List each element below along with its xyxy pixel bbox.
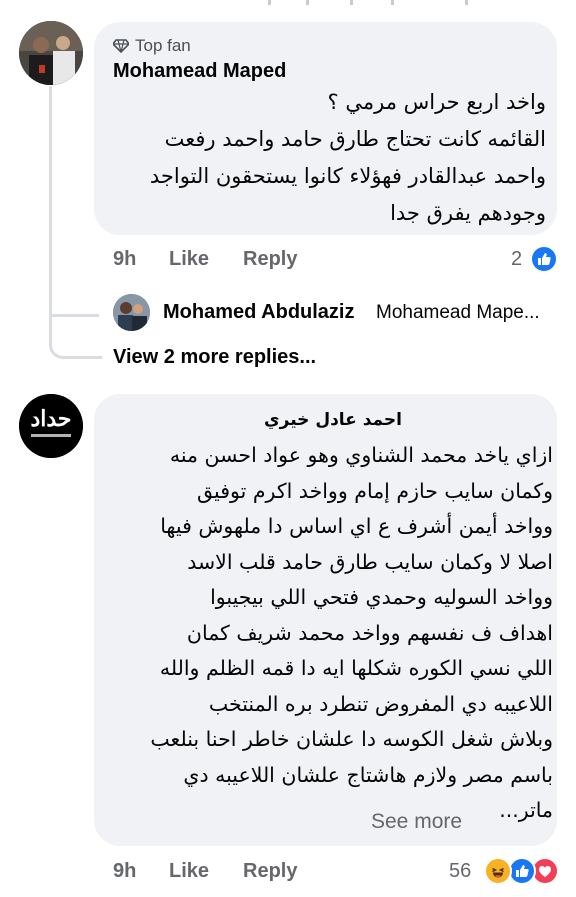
comment-line: ماتر... [499, 798, 553, 822]
comment-line: ازاي ياخد محمد الشناوي وهو عواد احسن منه [169, 443, 553, 467]
avatar[interactable]: حداد [19, 394, 83, 458]
user-photo-icon [19, 21, 83, 85]
avatar[interactable] [113, 294, 150, 331]
avatar-logo-text: حداد [30, 406, 72, 432]
comment-line: اهداف ف نفسهم وواخد محمد شريف كمان [186, 620, 553, 645]
comment-author[interactable]: احمد عادل خيري [264, 410, 402, 430]
see-more-link[interactable]: See more [371, 810, 462, 834]
like-icon[interactable] [508, 857, 536, 885]
comment-line: وواخد السوليه وحمدي فتحي اللي بيجيبوا [210, 585, 553, 609]
previous-content-fragment [0, 0, 576, 6]
comment-line: القائمه كانت تحتاج طارق حامد واحمد رفعت [164, 127, 546, 151]
view-more-replies-link[interactable]: View 2 more replies... [113, 346, 316, 369]
comment-author[interactable]: Mohamead Maped [113, 60, 286, 83]
comment-line: وبلاش شغل الكوسه دا علشان خاطر احنا بنلع… [150, 727, 553, 751]
thread-connector [49, 310, 102, 359]
comment-line: اللي نسي الكوره شكلها ايه دا قمه الظلم و… [159, 656, 553, 680]
top-fan-badge: Top fan [113, 36, 191, 56]
reply-button[interactable]: Reply [243, 248, 297, 271]
comment-text: ازاي ياخد محمد الشناوي وهو عواد احسن منه… [103, 438, 553, 829]
timestamp[interactable]: 9h [113, 860, 136, 883]
avatar[interactable] [19, 21, 83, 85]
thread-line [49, 86, 52, 314]
comment-line: وكمان سايب حازم إمام وواخد اكرم توفيق [196, 478, 553, 503]
user-photo-icon [113, 294, 150, 331]
reaction-count[interactable]: 2 [511, 248, 522, 271]
comment-line: اللاعيبه دي المفروض تنطرد بره المنتخب [208, 691, 553, 716]
like-button[interactable]: Like [169, 860, 209, 883]
comment-line: باسم مصر ولازم هاشتاج علشان اللاعيبه دي [183, 762, 553, 787]
comment-text: واخد اربع حراس مرمي ؟ القائمه كانت تحتاج… [106, 84, 546, 232]
diamond-icon [113, 39, 129, 53]
timestamp[interactable]: 9h [113, 248, 136, 271]
comment-line: وجودهم يفرق جدا [390, 201, 546, 225]
top-fan-label: Top fan [135, 36, 191, 55]
haha-icon[interactable] [484, 857, 512, 885]
comment-line: اصلا لا وكمان سايب طارق حامد قلب الاسد [187, 549, 553, 574]
reply-button[interactable]: Reply [243, 860, 297, 883]
reply-author[interactable]: Mohamed Abdulaziz [163, 301, 354, 324]
reply-preview-text[interactable]: Mohamead Mape... [376, 302, 540, 324]
comment-line: واخد اربع حراس مرمي ؟ [327, 90, 546, 114]
comment-line: وواخد أيمن أشرف ع اي اساس دا ملهوش فيها [160, 514, 553, 538]
reaction-count[interactable]: 56 [449, 860, 471, 883]
like-button[interactable]: Like [169, 248, 209, 271]
comment-line: واحمد عبدالقادر فهؤلاء كانوا يستحقون الت… [149, 164, 546, 188]
logo-stroke [31, 434, 71, 437]
like-icon[interactable] [530, 245, 558, 273]
